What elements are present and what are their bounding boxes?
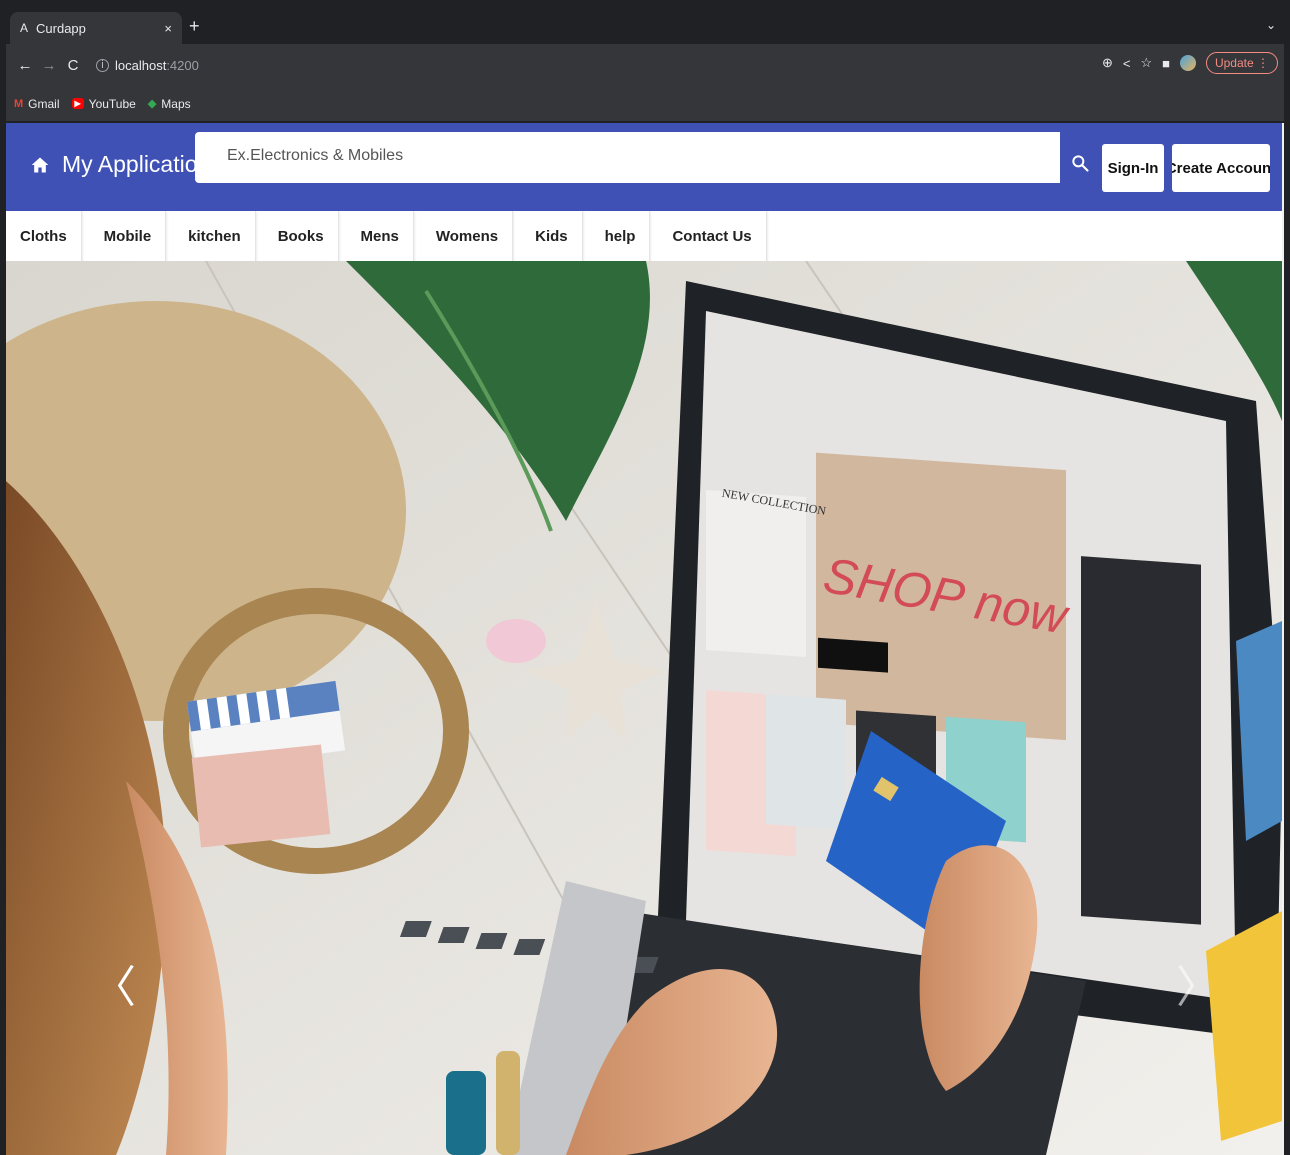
search-field[interactable] [195,132,1060,183]
menu-item-contact-us[interactable]: Contact Us [658,211,767,261]
menu-item-cloths[interactable]: Cloths [6,211,82,261]
carousel-next-icon[interactable]: 〉 [1176,951,1220,1015]
search-input[interactable] [215,132,1060,183]
bookmark-label: Gmail [28,96,60,111]
hero-image: NEW COLLECTION SHOP now [6,261,1282,1155]
menu-item-mens[interactable]: Mens [346,211,414,261]
bookmark-label: YouTube [88,96,136,111]
side-panel-icon[interactable]: ■ [1162,56,1170,71]
tab-close-icon[interactable]: × [164,21,172,36]
page-scrollbar[interactable] [1282,123,1284,1155]
address-bar[interactable]: i localhost :4200 [96,58,199,73]
menu-item-help[interactable]: help [590,211,651,261]
bookmark-gmail[interactable]: M Gmail [14,97,60,111]
share-icon[interactable]: < [1123,56,1131,71]
update-button[interactable]: Update ⋮ [1205,52,1278,74]
bookmark-youtube[interactable]: ▶ YouTube [71,96,136,111]
tab-strip: A Curdapp × + ⌄ [6,8,1284,44]
create-account-button[interactable]: Create Account [1172,144,1270,192]
forward-icon[interactable]: → [38,57,60,74]
category-menu: Cloths Mobile kitchen Books Mens Womens … [6,211,1282,261]
gmail-icon: M [14,97,24,110]
back-icon[interactable]: ← [14,57,36,74]
site-info-icon[interactable]: i [96,58,109,72]
carousel-prev-icon[interactable]: 〈 [92,951,136,1015]
brand-link[interactable]: My Application [30,151,210,178]
page-viewport: My Application Sign-In Create Account Cl… [6,123,1282,1155]
bookmark-maps[interactable]: ◆ Maps [148,97,191,111]
menu-item-womens[interactable]: Womens [421,211,514,261]
sign-in-button[interactable]: Sign-In [1102,144,1164,192]
brand-title: My Application [62,151,211,177]
address-port: :4200 [166,57,199,73]
browser-window: A Curdapp × + ⌄ ← → C i localhost :4200 … [6,8,1284,1155]
home-icon [31,157,49,172]
tab-favicon-icon: A [20,21,29,35]
address-host: localhost [115,57,167,73]
youtube-icon: ▶ [71,98,84,109]
menu-item-kids[interactable]: Kids [521,211,583,261]
browser-toolbar: ← → C i localhost :4200 ⊕ < ☆ ■ Update ⋮ [6,44,1284,86]
bookmarks-bar: M Gmail ▶ YouTube ◆ Maps [6,86,1284,122]
menu-item-kitchen[interactable]: kitchen [174,211,256,261]
tab-search-icon[interactable]: ⌄ [1266,18,1276,32]
profile-avatar[interactable] [1179,55,1196,71]
tab-title: Curdapp [36,20,86,36]
search-icon[interactable] [1070,153,1090,173]
hero-carousel: NEW COLLECTION SHOP now 〈 〉 [6,261,1282,1155]
reload-icon[interactable]: C [62,57,84,74]
bookmark-label: Maps [161,96,191,111]
bookmark-star-icon[interactable]: ☆ [1140,55,1152,71]
update-label: Update [1214,56,1254,70]
menu-item-books[interactable]: Books [263,211,339,261]
zoom-icon[interactable]: ⊕ [1102,55,1113,71]
app-header: My Application Sign-In Create Account [6,123,1282,211]
new-tab-icon[interactable]: + [189,16,200,37]
menu-item-mobile[interactable]: Mobile [89,211,167,261]
browser-tab[interactable]: A Curdapp × [10,12,182,44]
maps-icon: ◆ [147,98,157,110]
